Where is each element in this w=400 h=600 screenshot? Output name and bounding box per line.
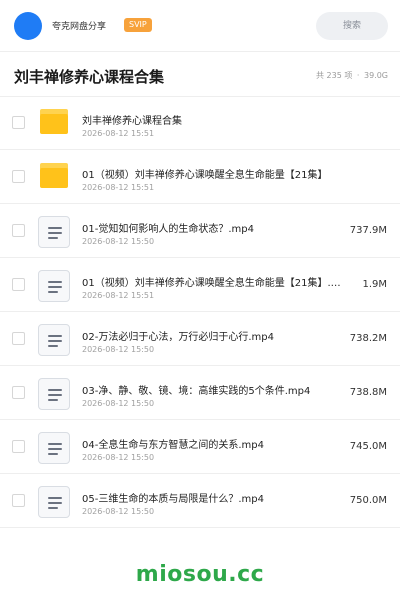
item-name: 01（视频）刘丰禅修养心课唤醒全息生命能量【21集】.mp4: [82, 278, 348, 289]
item-date: 2026-08-12 15:51: [82, 291, 155, 300]
item-name: 02-万法必归于心法，万行必归于心行.mp4: [82, 332, 274, 343]
select-checkbox[interactable]: [12, 386, 25, 399]
list-item[interactable]: 01（视频）刘丰禅修养心课唤醒全息生命能量【21集】.mp4 2026-08-1…: [0, 258, 400, 312]
select-checkbox[interactable]: [12, 224, 25, 237]
file-list: 刘丰禅修养心课程合集 2026-08-12 15:51 01（视频）刘丰禅修养心…: [0, 96, 400, 528]
file-icon: [38, 486, 70, 518]
item-name: 刘丰禅修养心课程合集: [82, 116, 182, 127]
item-size: 1.9M: [362, 279, 387, 290]
item-name: 03-净、静、敬、镜、境：高维实践的5个条件.mp4: [82, 386, 311, 397]
total-size: 39.0G: [363, 71, 388, 80]
folder-icon: [38, 162, 70, 194]
item-date: 2026-08-12 15:50: [82, 237, 155, 246]
svip-badge: SVIP: [124, 18, 152, 32]
item-date: 2026-08-12 15:50: [82, 399, 155, 408]
list-item[interactable]: 05-三维生命的本质与局限是什么？.mp4 2026-08-12 15:50 7…: [0, 474, 400, 528]
file-icon: [38, 216, 70, 248]
list-item[interactable]: 刘丰禅修养心课程合集 2026-08-12 15:51: [0, 96, 400, 150]
item-date: 2026-08-12 15:51: [82, 183, 155, 192]
item-size: 745.0M: [349, 441, 387, 452]
file-icon: [38, 432, 70, 464]
folder-icon: [38, 108, 70, 140]
item-size: 738.2M: [349, 333, 387, 344]
watermark-text: miosou.cc: [135, 562, 265, 587]
item-date: 2026-08-12 15:51: [82, 129, 155, 138]
app-name: 夸克网盘分享: [52, 22, 107, 32]
item-size: 737.9M: [349, 225, 387, 236]
select-checkbox[interactable]: [12, 170, 25, 183]
file-icon: [38, 270, 70, 302]
list-item[interactable]: 02-万法必归于心法，万行必归于心行.mp4 2026-08-12 15:50 …: [0, 312, 400, 366]
list-item[interactable]: 01（视频）刘丰禅修养心课唤醒全息生命能量【21集】 2026-08-12 15…: [0, 150, 400, 204]
header-bar: 夸克网盘分享 SVIP 搜索: [0, 0, 400, 52]
list-item[interactable]: 04-全息生命与东方智慧之间的关系.mp4 2026-08-12 15:50 7…: [0, 420, 400, 474]
avatar[interactable]: [14, 12, 42, 40]
page-title: 刘丰禅修养心课程合集: [14, 68, 165, 86]
file-icon: [38, 378, 70, 410]
item-date: 2026-08-12 15:50: [82, 507, 155, 516]
item-date: 2026-08-12 15:50: [82, 345, 155, 354]
select-checkbox[interactable]: [12, 494, 25, 507]
item-count: 共 235 项: [315, 71, 353, 80]
select-checkbox[interactable]: [12, 440, 25, 453]
item-name: 01（视频）刘丰禅修养心课唤醒全息生命能量【21集】: [82, 170, 328, 181]
title-bar: 刘丰禅修养心课程合集 共 235 项 · 39.0G: [0, 53, 400, 97]
item-name: 04-全息生命与东方智慧之间的关系.mp4: [82, 440, 264, 451]
item-name: 01-觉知如何影响人的生命状态？.mp4: [82, 224, 254, 235]
search-button[interactable]: 搜索: [316, 12, 388, 40]
file-icon: [38, 324, 70, 356]
summary-separator: ·: [356, 71, 360, 80]
list-item[interactable]: 01-觉知如何影响人的生命状态？.mp4 2026-08-12 15:50 73…: [0, 204, 400, 258]
select-checkbox[interactable]: [12, 116, 25, 129]
file-summary: 共 235 项 · 39.0G: [314, 70, 388, 81]
select-checkbox[interactable]: [12, 278, 25, 291]
item-name: 05-三维生命的本质与局限是什么？.mp4: [82, 494, 264, 505]
item-size: 738.8M: [349, 387, 387, 398]
item-size: 750.0M: [349, 495, 387, 506]
list-item[interactable]: 03-净、静、敬、镜、境：高维实践的5个条件.mp4 2026-08-12 15…: [0, 366, 400, 420]
item-date: 2026-08-12 15:50: [82, 453, 155, 462]
select-checkbox[interactable]: [12, 332, 25, 345]
